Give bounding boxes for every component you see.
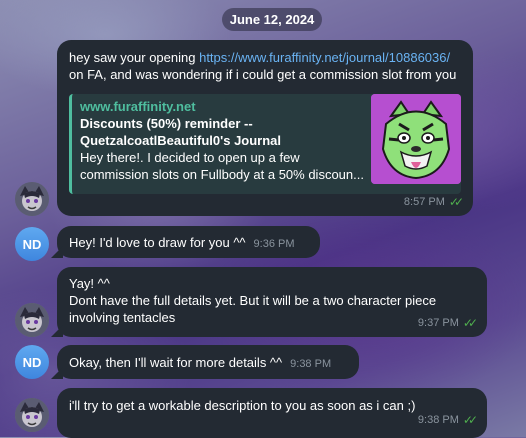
preview-thumbnail[interactable] [371,94,461,184]
contact-avatar[interactable] [15,303,49,337]
message-time: 9:38 PM [417,414,459,426]
double-check-icon: ✓✓ [448,195,464,209]
double-check-icon: ✓✓ [462,316,478,330]
link-preview[interactable]: www.furaffinity.net Discounts (50%) remi… [69,94,461,194]
message-meta: 9:36 PM [254,236,295,253]
date-separator: June 12, 2024 [222,8,322,31]
my-avatar[interactable]: ND [15,345,49,379]
message-meta: 9:37 PM ✓✓ [417,315,478,332]
message-text: i'll try to get a workable description t… [69,398,416,413]
tiger-face-thumbnail [371,94,461,184]
avatar-image [15,398,49,432]
message-bubble-outgoing[interactable]: Hey! I'd love to draw for you ^^ 9:36 PM [51,226,320,258]
message-bubble-outgoing[interactable]: Okay, then I'll wait for more details ^^… [51,345,359,379]
double-check-icon: ✓✓ [462,413,478,427]
message-meta: 9:38 PM ✓✓ [417,412,478,429]
message-time: 9:38 PM [290,358,332,370]
message-text: Hey! I'd love to draw for you ^^ [69,235,246,250]
message-bubble-incoming[interactable]: i'll try to get a workable description t… [57,388,487,438]
message-bubble-incoming[interactable]: Yay! ^^ Dont have the full details yet. … [51,267,487,337]
my-avatar[interactable]: ND [15,227,49,261]
message-text: Okay, then I'll wait for more details ^^ [69,355,283,370]
message-text: Yay! ^^ Dont have the full details yet. … [69,276,437,325]
message-bubble-incoming[interactable]: hey saw your opening https://www.furaffi… [57,40,473,216]
contact-avatar[interactable] [15,182,49,216]
contact-avatar[interactable] [15,398,49,432]
avatar-image [15,303,49,337]
message-text: hey saw your opening https://www.furaffi… [69,50,457,82]
message-meta: 9:38 PM [290,356,331,373]
journal-link[interactable]: https://www.furaffinity.net/journal/1088… [199,50,450,65]
message-time: 9:37 PM [417,317,459,329]
message-meta: 8:57 PM ✓✓ [403,194,464,211]
avatar-image [15,182,49,216]
message-time: 9:36 PM [253,238,295,250]
message-time: 8:57 PM [403,196,445,208]
